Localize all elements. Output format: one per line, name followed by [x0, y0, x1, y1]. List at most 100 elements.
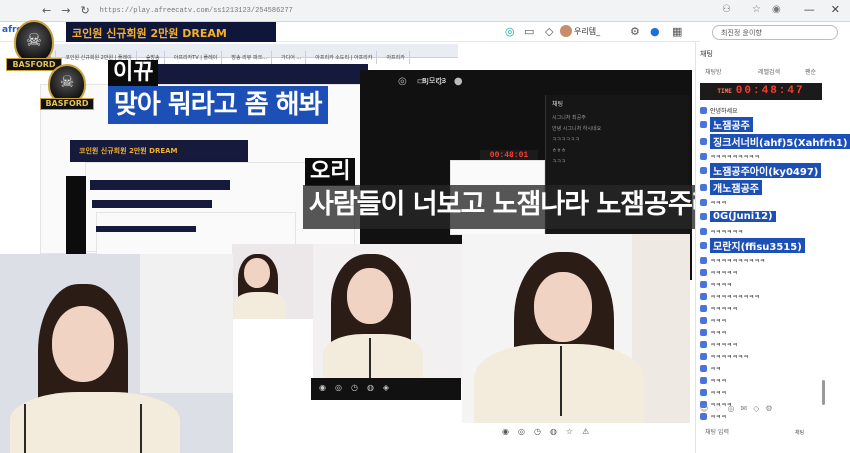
inner-tab[interactable]: 방송 리뷰 파크... — [227, 51, 272, 64]
chat-avatar-icon — [700, 328, 707, 336]
broadcast-icon[interactable]: ◎ — [505, 25, 515, 38]
chat-avatar-icon — [700, 292, 707, 300]
chat-message-list[interactable]: 안녕하세요 노잼공주 징크서너비(ahf)5(Xahfrh1) ㅋㅋㅋㅋㅋㅋㅋㅋㅋ 노잼… — [700, 104, 850, 422]
skull-icon: ☠ — [59, 72, 75, 91]
caption-line-2: 사람들이 너보고 노잼나라 노잼공주래 — [303, 185, 722, 229]
chat-avatar-icon — [700, 352, 707, 360]
message-icon[interactable]: ▭ — [524, 25, 534, 38]
close-icon[interactable]: ✕ — [831, 3, 840, 16]
webcam-center — [313, 244, 463, 378]
inner-tab[interactable]: 가디어 ... — [277, 51, 307, 64]
grid-icon[interactable]: ▦ — [672, 25, 682, 38]
chat-avatar-icon — [700, 340, 707, 348]
chat-avatar-icon — [700, 280, 707, 288]
player-controls[interactable]: ◉◎◷◍◈ — [311, 378, 461, 400]
extension-icon[interactable]: ⚇ — [722, 4, 731, 15]
chat-avatar-icon — [700, 167, 707, 174]
chat-message-text: 징크서너비(ahf)5(Xahfrh1) — [710, 134, 850, 149]
search-input[interactable]: 최진정 윤이향 — [712, 25, 838, 40]
back-arrow-icon[interactable]: ← — [42, 4, 51, 17]
chat-avatar-icon — [700, 268, 707, 276]
chat-message-text: 0G(Juni12) — [710, 211, 776, 222]
chat-message: ㅋㅋㅋ — [700, 386, 850, 398]
chat-tab-fan[interactable]: 팬순 — [805, 67, 816, 76]
chat-avatar-icon — [700, 213, 707, 220]
forward-arrow-icon[interactable]: → — [61, 4, 70, 17]
webcam-small — [232, 244, 314, 319]
inner-chat-line: ㅎㅎㅎ — [552, 148, 566, 154]
settings-icon[interactable]: ⚙ — [630, 25, 640, 38]
username-label[interactable]: 우리템_ — [574, 26, 600, 37]
chat-message: 안녕하세요 — [700, 104, 850, 116]
nested-title-bar-5 — [96, 226, 196, 232]
minimize-icon[interactable]: — — [804, 3, 815, 16]
chat-bubble-icon[interactable]: ● — [650, 25, 660, 38]
chat-scrollbar[interactable] — [822, 380, 825, 405]
reload-icon[interactable]: ↻ — [80, 4, 89, 17]
timer-label: TIME — [717, 88, 732, 95]
chat-message-text: ㅋㅋㅋ — [710, 199, 727, 207]
window-controls: — ✕ — [804, 3, 840, 16]
chat-avatar-icon — [700, 256, 707, 264]
inner-chat-line: ㅋㅋㅋ — [552, 159, 566, 165]
chat-message-text: 개노잼공주 — [710, 180, 762, 195]
chat-avatar-icon — [700, 412, 707, 420]
profile-icon[interactable]: ◉ — [772, 4, 781, 15]
chat-input[interactable]: 채팅 입력 — [705, 427, 729, 436]
chat-avatar-icon — [700, 152, 707, 160]
chat-message: ㅋㅋㅋㅋㅋ — [700, 266, 850, 278]
skull-icon: ☠ — [25, 30, 43, 51]
address-bar[interactable]: https://play.afreecatv.com/ss1213123/254… — [100, 7, 293, 15]
inner-tab[interactable]: 아프리카TV | 플레이 — [170, 51, 223, 64]
caption-line-1: 맞아 뭐라고 좀 해봐 — [108, 86, 328, 124]
chat-message-text: 노잼공주 — [710, 117, 753, 132]
favorite-icon[interactable]: ☆ — [752, 4, 761, 15]
chat-message-text: ㅋㅋㅋㅋㅋㅋ — [710, 228, 744, 236]
chat-message: ㅋㅋㅋㅋㅋ — [700, 338, 850, 350]
chat-message-text: ㅋㅋㅋㅋ — [710, 281, 733, 289]
chat-message: ㅋㅋㅋㅋㅋㅋ — [700, 225, 850, 237]
chat-message-text: ㅋㅋㅋㅋㅋㅋㅋㅋㅋ — [710, 293, 760, 301]
chat-send-button[interactable]: 채팅 — [795, 429, 804, 436]
chat-emoji-bar[interactable]: ☺♡◎✉◇⚙ — [700, 404, 850, 413]
chat-message-text: ㅋㅋㅋ — [710, 317, 727, 325]
chat-avatar-icon — [700, 388, 707, 396]
inner-tab-strip: ㅋㅋ 코인원 신규회원 2만원 | 플레이 숲방송 아프리카TV | 플레이 방… — [38, 44, 458, 64]
chat-message: ㅋㅋㅋㅋㅋ — [700, 302, 850, 314]
inner-tab[interactable]: 아프리카 소도리 | 아프리카 — [311, 51, 378, 64]
chat-message-text: ㅋㅋ — [710, 365, 722, 373]
chat-message-text: ㅋㅋㅋㅋㅋㅋㅋㅋㅋ — [710, 153, 760, 161]
chat-message: ㅋㅋㅋㅋㅋㅋㅋㅋㅋㅋ — [700, 254, 850, 266]
player-controls-bottom[interactable]: ◉◎◷◍☆⚠ — [462, 423, 692, 441]
webcam-right — [462, 234, 690, 424]
chat-message-text: ㅋㅋㅋ — [710, 377, 727, 385]
timer-value: 00:48:47 — [735, 85, 805, 97]
nested-title-bar-4 — [92, 200, 212, 208]
chat-message: 노잼공주 — [700, 116, 850, 133]
chat-tab-room[interactable]: 채팅방 — [705, 67, 722, 76]
nested-title-bar-3 — [90, 180, 230, 190]
avatar[interactable] — [560, 25, 572, 37]
chat-message: 징크서너비(ahf)5(Xahfrh1) — [700, 133, 850, 150]
logo-text: BASFORD — [40, 98, 94, 110]
browser-toolbar: ← → ↻ https://play.afreecatv.com/ss12131… — [0, 0, 850, 22]
chat-message: ㅋㅋㅋㅋㅋㅋㅋㅋㅋ — [700, 150, 850, 162]
chat-tab-level[interactable]: 레벨검색 — [758, 67, 780, 76]
chat-title: 채팅 — [700, 50, 713, 58]
chat-message: ㅋㅋㅋㅋㅋㅋㅋ — [700, 350, 850, 362]
chat-message: ㅋㅋㅋㅋㅋㅋㅋㅋㅋ — [700, 290, 850, 302]
bell-icon[interactable]: ◇ — [545, 25, 553, 38]
chat-message: ㅋㅋㅋㅋ — [700, 278, 850, 290]
chat-message-text: ㅋㅋㅋㅋㅋ — [710, 269, 738, 277]
speaker-badge-2: 오리 — [305, 158, 356, 186]
inner-chat-line: 안녕 시그니처 하시네요 — [552, 126, 602, 132]
chat-message: 노잼공주아이(ky0497) — [700, 162, 850, 179]
chat-message: 0G(Juni12) — [700, 208, 850, 225]
webcam-main — [0, 254, 233, 453]
chat-avatar-icon — [700, 316, 707, 324]
chat-message: ㅋㅋ — [700, 362, 850, 374]
site-header: afree 코인원 신규회원 2만원 DREAM ◎ ▭ ◇ 우리템_ ⚙ ● … — [0, 22, 700, 42]
nested-side-bar — [66, 176, 86, 256]
chat-message-text: ㅋㅋㅋ — [710, 389, 727, 397]
inner-tab[interactable]: 아프리카 — [382, 51, 410, 64]
